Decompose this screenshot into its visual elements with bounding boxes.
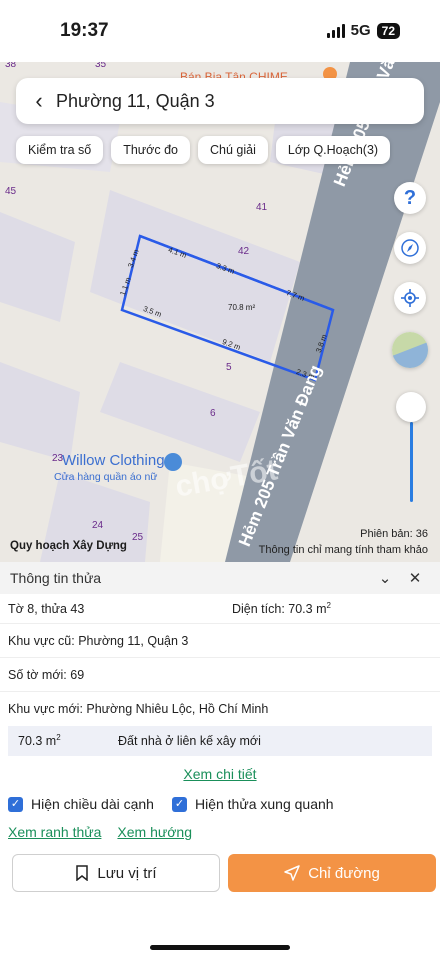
land-use-area: 70.3 m2: [18, 733, 118, 748]
parcel-number: 25: [132, 532, 144, 543]
signal-icon: [326, 23, 345, 38]
directions-button[interactable]: Chỉ đường: [228, 854, 436, 892]
parcel-number: 45: [5, 186, 17, 197]
status-time: 19:37: [60, 20, 109, 41]
land-use-area-text: 70.3 m: [18, 734, 57, 749]
map-layer-button[interactable]: [392, 332, 428, 368]
links-row: Xem ranh thửa Xem hướng: [0, 824, 440, 840]
parcel-number: 38: [5, 62, 17, 70]
chip-check-number[interactable]: Kiểm tra số: [16, 136, 104, 164]
my-location-button[interactable]: [394, 282, 426, 314]
area-value: Diện tích: 70.3 m2: [232, 601, 331, 616]
compass-icon: [401, 239, 419, 257]
checkbox-checked-icon: ✓: [8, 796, 23, 812]
opacity-slider-knob[interactable]: [396, 392, 426, 422]
new-sheet: Số tờ mới: 69: [8, 667, 85, 682]
chip-planning-layer[interactable]: Lớp Q.Hoạch(3): [275, 136, 391, 164]
parcel-area: 70.8 m²: [228, 303, 256, 312]
parcel-number: 42: [238, 246, 250, 257]
view-detail-link[interactable]: Xem chi tiết: [0, 766, 440, 782]
save-location-button[interactable]: Lưu vị trí: [12, 854, 220, 892]
new-sheet-row: Số tờ mới: 69: [0, 658, 440, 692]
battery-icon: 72: [376, 22, 400, 39]
options-row: ✓ Hiện chiều dài cạnh ✓ Hiện thửa xung q…: [0, 796, 440, 812]
status-bar: 19:37 5G 72: [0, 0, 440, 62]
view-boundary-link[interactable]: Xem ranh thửa: [8, 824, 101, 840]
show-edge-length-label: Hiện chiều dài cạnh: [31, 796, 154, 812]
chip-ruler[interactable]: Thước đo: [111, 136, 190, 164]
home-indicator: [150, 945, 290, 950]
parcel-info-panel: Thông tin thửa ⌄ ✕ Tờ 8, thửa 43 Diện tí…: [0, 562, 440, 960]
parcel-number: 24: [92, 520, 104, 531]
panel-header: Thông tin thửa ⌄ ✕: [0, 562, 440, 594]
action-buttons: Lưu vị trí Chỉ đường: [12, 854, 436, 892]
back-arrow-icon[interactable]: ‹: [16, 88, 56, 114]
view-direction-link[interactable]: Xem hướng: [117, 824, 192, 840]
directions-label: Chỉ đường: [308, 864, 380, 882]
parcel-number: 6: [210, 408, 216, 419]
sheet-number: Tờ 8, thửa 43: [8, 601, 85, 616]
question-icon: ?: [403, 186, 417, 209]
chip-legend[interactable]: Chú giải: [198, 136, 268, 164]
navigation-arrow-icon: [284, 865, 300, 881]
toolbar-chips: Kiểm tra số Thước đo Chú giải Lớp Q.Hoạc…: [16, 136, 391, 164]
area-text: Diện tích: 70.3 m: [232, 602, 327, 617]
satellite-thumbnail-icon: [392, 332, 428, 368]
shop-name: Willow Clothing: [62, 452, 165, 469]
land-use-row: 70.3 m2 Đất nhà ở liên kế xây mới: [8, 726, 432, 756]
app-root: 19:37 5G 72 Bán Bia Tân CHIME Hẻm 205 Tr…: [0, 0, 440, 960]
help-button[interactable]: ?: [394, 182, 426, 214]
new-area: Khu vực mới: Phường Nhiêu Lộc, Hồ Chí Mi…: [8, 702, 269, 716]
collapse-chevron-icon[interactable]: ⌄: [370, 569, 400, 587]
shop-desc: Cửa hàng quần áo nữ: [54, 471, 158, 483]
location-title: Phường 11, Quận 3: [56, 90, 215, 111]
crosshair-icon: [401, 289, 419, 307]
old-area: Khu vực cũ: Phường 11, Quận 3: [8, 633, 189, 648]
network-label: 5G: [350, 22, 371, 39]
bookmark-icon: [76, 865, 89, 881]
checkbox-checked-icon: ✓: [171, 796, 187, 812]
panel-title: Thông tin thửa: [10, 570, 102, 586]
new-area-row: Khu vực mới: Phường Nhiêu Lộc, Hồ Chí Mi…: [0, 692, 440, 726]
opacity-slider-track[interactable]: [410, 422, 413, 502]
parcel-number: 35: [95, 62, 107, 70]
status-right: 5G 72: [326, 22, 400, 39]
map-view[interactable]: Bán Bia Tân CHIME Hẻm 205 Trần Văn Đang …: [0, 62, 440, 562]
search-bar[interactable]: ‹ Phường 11, Quận 3: [16, 78, 424, 124]
sheet-area-row: Tờ 8, thửa 43 Diện tích: 70.3 m2: [0, 594, 440, 624]
land-use-area-sup: 2: [56, 733, 61, 743]
map-disclaimer: Thông tin chỉ mang tính tham khảo: [258, 544, 428, 556]
parcel-number: 5: [226, 362, 232, 373]
planning-layer-label: Quy hoạch Xây Dựng: [10, 540, 127, 552]
compass-button[interactable]: [394, 232, 426, 264]
map-version: Phiên bản: 36: [360, 528, 428, 540]
save-location-label: Lưu vị trí: [97, 864, 157, 882]
show-edge-length-checkbox[interactable]: ✓ Hiện chiều dài cạnh: [8, 796, 154, 812]
show-neighbors-checkbox[interactable]: ✓ Hiện thửa xung quanh: [171, 796, 334, 812]
area-sup: 2: [326, 600, 331, 610]
close-icon[interactable]: ✕: [400, 569, 430, 587]
old-area-row: Khu vực cũ: Phường 11, Quận 3: [0, 624, 440, 658]
parcel-number: 41: [256, 202, 268, 213]
show-neighbors-label: Hiện thửa xung quanh: [194, 796, 334, 812]
land-use-type: Đất nhà ở liên kế xây mới: [118, 734, 261, 748]
